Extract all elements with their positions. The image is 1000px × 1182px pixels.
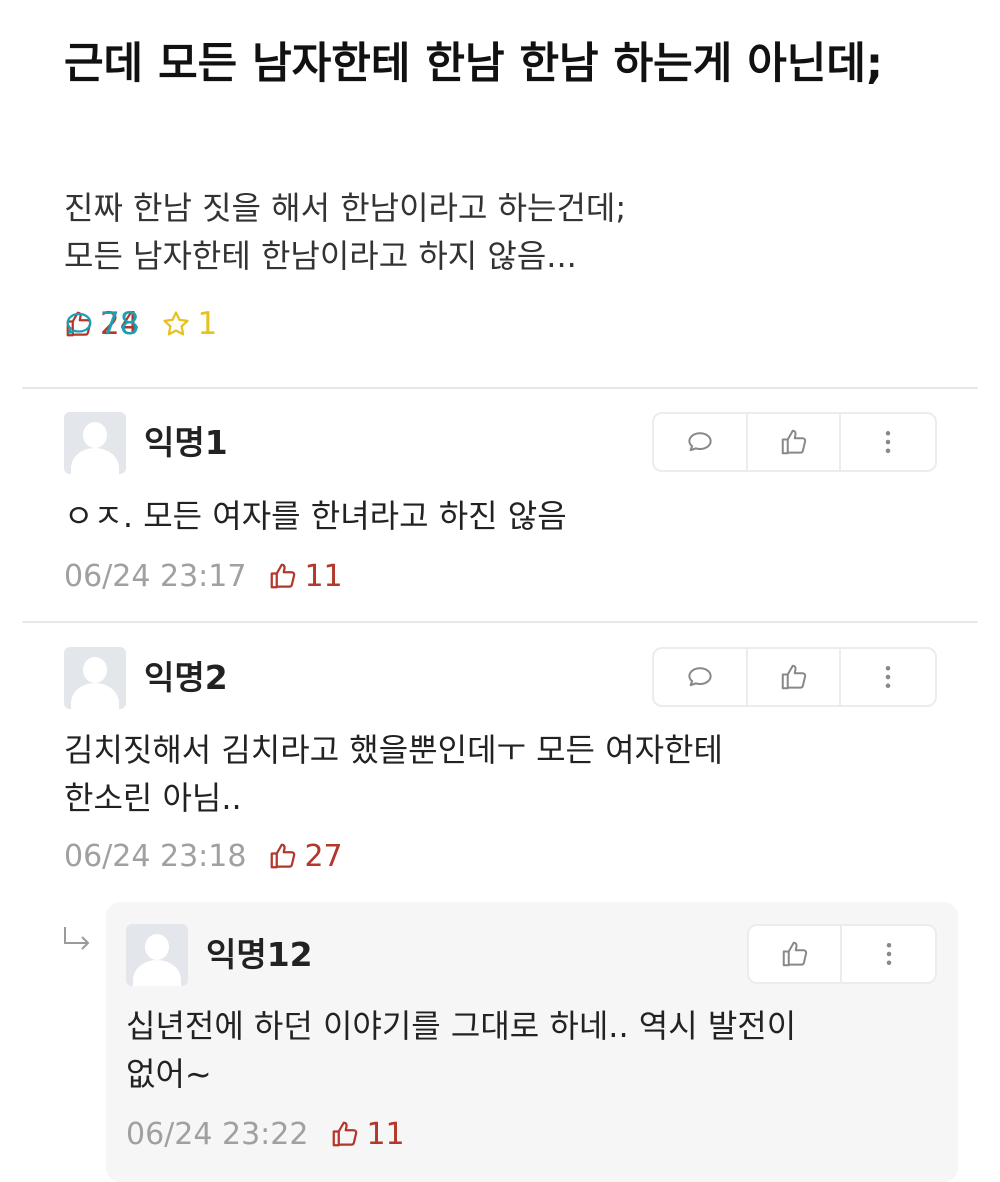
speech-bubble-icon <box>688 667 712 687</box>
reply-actions <box>747 924 937 984</box>
like-button[interactable] <box>748 649 842 705</box>
avatar-icon <box>64 647 126 709</box>
more-vertical-icon <box>886 943 891 965</box>
reply-text: 십년전에 하던 이야기를 그대로 하네.. 역시 발전이 없어~ <box>126 1007 797 1093</box>
reply-meta: 06/24 23:22 11 <box>126 1114 405 1154</box>
thumbs-up-icon <box>271 843 296 869</box>
more-vertical-icon <box>885 431 891 453</box>
avatar-icon <box>126 924 188 986</box>
speech-bubble-icon <box>66 312 92 334</box>
avatar-icon <box>64 412 126 474</box>
reply-like-count: 11 <box>330 1117 405 1152</box>
comment-time: 06/24 23:17 <box>64 558 247 594</box>
post-title: 근데 모든 남자한테 한남 한남 하는게 아닌데; <box>64 39 884 89</box>
comment-like-count: 27 <box>268 839 343 874</box>
comment-meta: 06/24 23:17 11 <box>64 556 343 596</box>
comment-text: ㅇㅈ. 모든 여자를 한녀라고 하진 않음 <box>64 497 567 535</box>
more-button[interactable] <box>842 926 935 982</box>
thumbs-up-icon <box>781 429 806 455</box>
comment-like-count: 11 <box>268 559 343 594</box>
post-scrap-count[interactable]: 1 <box>161 306 217 342</box>
comment-text: 김치짓해서 김치라고 했을뿐인데ㅜ 모든 여자한테 한소린 아님.. <box>64 731 723 817</box>
comment-meta: 06/24 23:18 27 <box>64 836 343 876</box>
divider <box>22 387 978 389</box>
more-button[interactable] <box>841 649 935 705</box>
post-stats: 24 78 1 <box>64 302 239 346</box>
more-vertical-icon <box>885 666 891 688</box>
speech-bubble-icon <box>688 432 712 452</box>
thumbs-up-icon <box>271 563 296 589</box>
like-button[interactable] <box>749 926 843 982</box>
divider <box>22 621 978 623</box>
comment-time: 06/24 23:18 <box>64 838 247 874</box>
reply-time: 06/24 23:22 <box>126 1116 309 1152</box>
post-comment-count[interactable]: 78 <box>64 306 139 342</box>
more-button[interactable] <box>841 414 935 470</box>
reply-button[interactable] <box>654 649 748 705</box>
thumbs-up-icon <box>333 1121 358 1147</box>
reply-button[interactable] <box>654 414 748 470</box>
thumbs-up-icon <box>782 941 807 967</box>
reply-author: 익명12 <box>206 935 313 974</box>
comment-author: 익명2 <box>144 658 228 697</box>
like-button[interactable] <box>748 414 842 470</box>
comment-actions <box>652 412 937 472</box>
comment-author: 익명1 <box>144 423 228 462</box>
comment-actions <box>652 647 937 707</box>
thumbs-up-icon <box>781 664 806 690</box>
reply-arrow-icon <box>64 927 90 950</box>
post-body: 진짜 한남 짓을 해서 한남이라고 하는건데; 모든 남자한테 한남이라고 하지… <box>64 189 627 275</box>
star-icon <box>163 311 190 336</box>
reply-comment: 익명12 십년전에 하던 이야기를 그대로 하네.. 역시 발전이 없어~ 06… <box>106 902 958 1182</box>
